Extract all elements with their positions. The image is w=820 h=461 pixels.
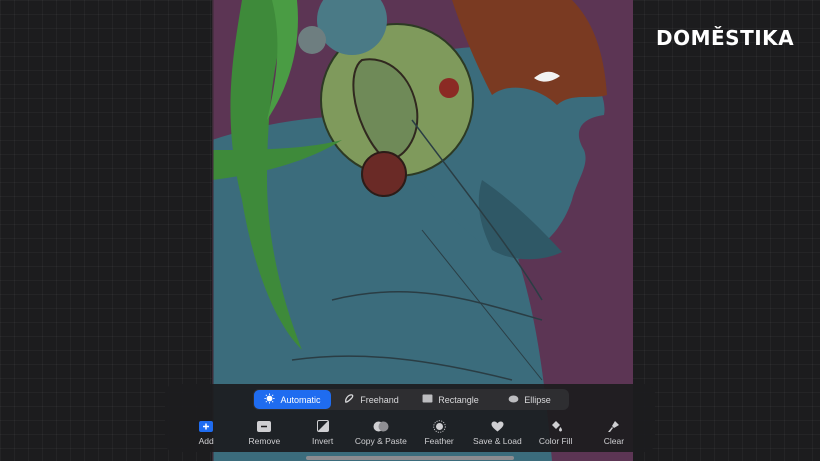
save-load-label: Save & Load (473, 436, 522, 446)
feather-label: Feather (424, 436, 454, 446)
invert-icon (316, 420, 329, 432)
selection-toolbar: Automatic Freehand Rectangle Ellipse Add… (165, 384, 655, 452)
remove-label: Remove (248, 436, 281, 446)
clear-label: Clear (603, 436, 625, 446)
mode-freehand-label: Freehand (360, 394, 399, 405)
remove-button[interactable]: Remove (235, 420, 293, 448)
automatic-icon (264, 393, 276, 406)
ellipse-icon (508, 394, 519, 405)
mode-rectangle-label: Rectangle (438, 394, 479, 405)
add-label: Add (198, 436, 214, 446)
selection-tools-row: Add Remove Invert Copy & Paste Feather S… (165, 419, 655, 448)
add-icon (199, 420, 214, 432)
mode-ellipse-label: Ellipse (524, 394, 551, 405)
copy-paste-button[interactable]: Copy & Paste (352, 420, 410, 448)
feather-icon (432, 419, 446, 433)
color-fill-label: Color Fill (538, 436, 573, 446)
color-fill-button[interactable]: Color Fill (527, 420, 585, 448)
clear-button[interactable]: Clear (585, 420, 643, 448)
invert-label: Invert (311, 436, 334, 446)
clear-icon (607, 420, 620, 432)
heart-icon (491, 420, 504, 432)
home-indicator[interactable] (306, 456, 514, 460)
mode-automatic-label: Automatic (280, 394, 321, 405)
mode-freehand[interactable]: Freehand (333, 390, 410, 409)
selection-mode-segmented-control: Automatic Freehand Rectangle Ellipse (253, 389, 569, 410)
remove-icon (257, 420, 272, 432)
rectangle-icon (422, 394, 433, 405)
save-load-button[interactable]: Save & Load (468, 420, 526, 448)
color-fill-icon (550, 420, 562, 432)
mode-rectangle[interactable]: Rectangle (412, 390, 489, 409)
add-button[interactable]: Add (177, 420, 235, 448)
copy-paste-icon (373, 420, 389, 432)
mode-automatic[interactable]: Automatic (254, 390, 331, 409)
copy-paste-label: Copy & Paste (354, 436, 407, 446)
invert-button[interactable]: Invert (294, 420, 352, 448)
domestika-logo: DOMĚSTIKA (656, 26, 795, 50)
feather-button[interactable]: Feather (410, 419, 468, 448)
freehand-icon (344, 393, 355, 406)
mode-ellipse[interactable]: Ellipse (491, 390, 568, 409)
